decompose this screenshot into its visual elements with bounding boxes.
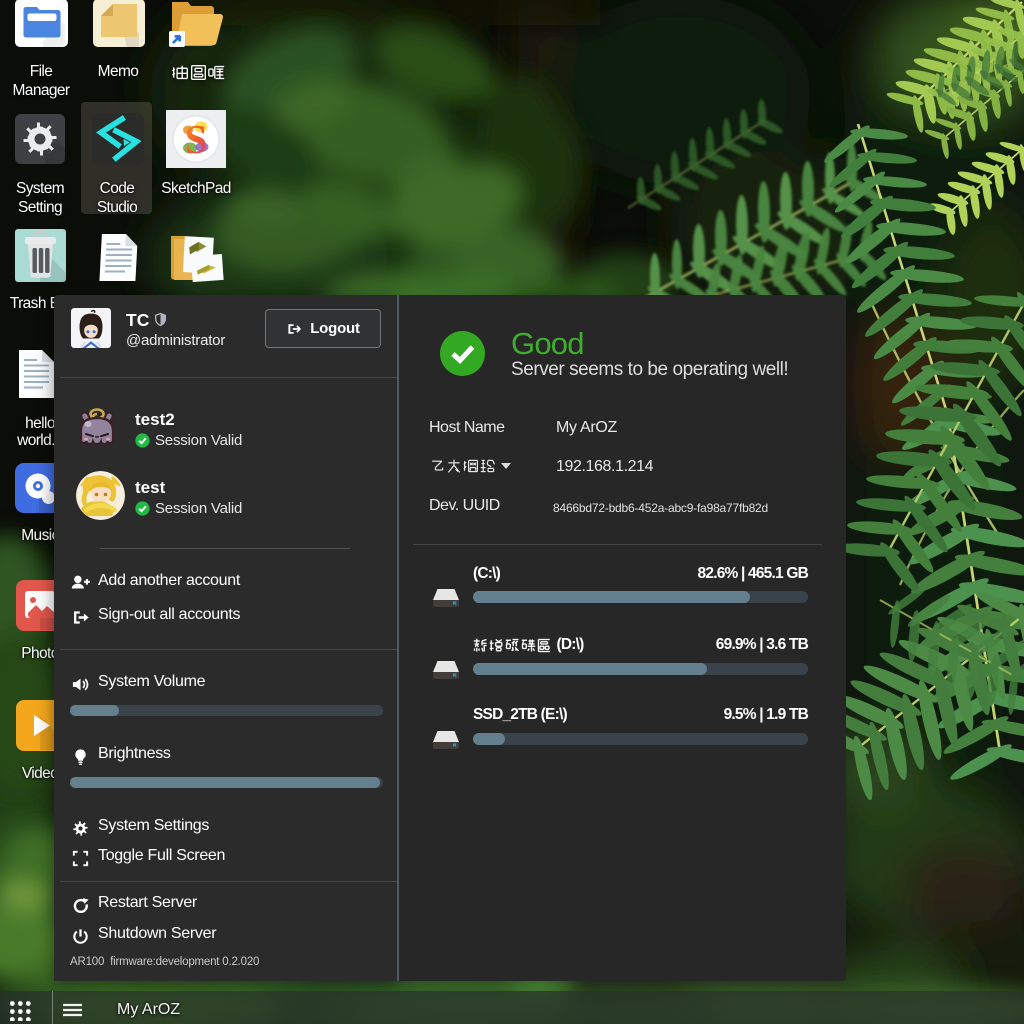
svg-text:S: S [185,116,208,162]
